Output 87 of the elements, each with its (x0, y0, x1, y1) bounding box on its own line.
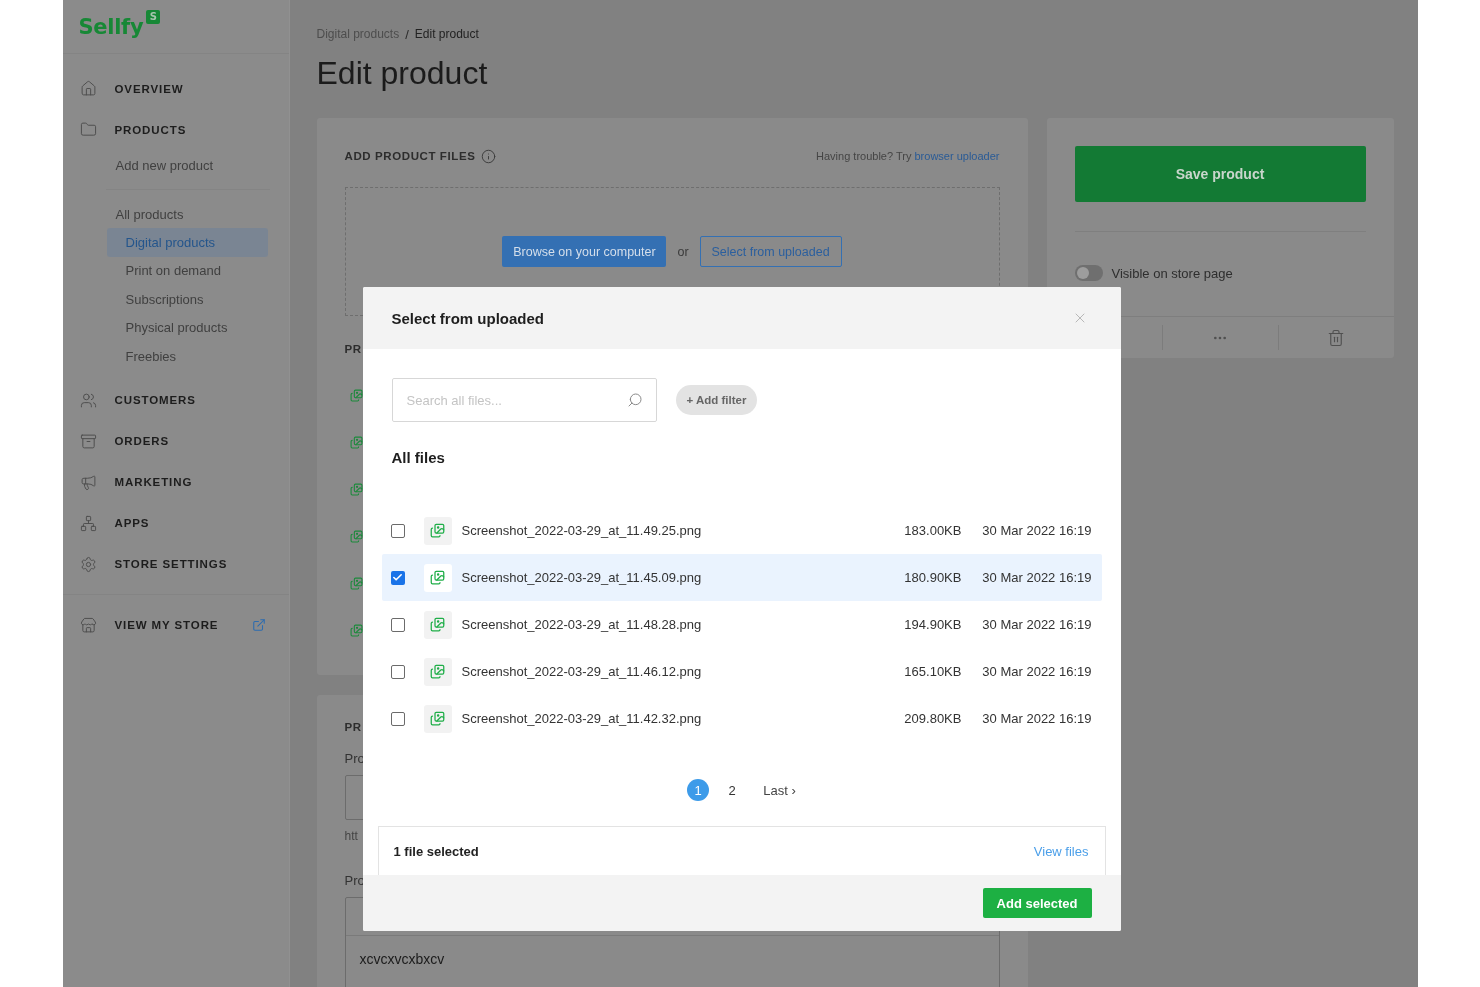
file-date: 30 Mar 2022 16:19 (982, 523, 1092, 538)
image-icon (423, 704, 452, 733)
file-name: Screenshot_2022-03-29_at_11.48.28.png (461, 617, 703, 632)
checkbox[interactable] (390, 523, 405, 538)
section-heading: ADD PRODUCT FILES (344, 149, 476, 164)
add-selected-button[interactable]: Add selected (982, 888, 1092, 918)
nav-subitem[interactable]: Physical products (106, 313, 268, 342)
checkbox[interactable] (390, 617, 405, 632)
image-icon (423, 657, 452, 686)
file-name: Screenshot_2022-03-29_at_11.49.25.png (461, 523, 703, 538)
folder-icon (79, 121, 97, 138)
file-date: 30 Mar 2022 16:19 (982, 711, 1092, 726)
breadcrumb-separator: / (405, 26, 409, 42)
image-icon (349, 389, 363, 402)
nav-item[interactable]: PRODUCTS (62, 109, 289, 150)
file-size: 209.80KB (904, 711, 963, 726)
users-icon (79, 391, 97, 409)
nav-item[interactable]: OVERVIEW (62, 68, 289, 109)
checkbox[interactable] (390, 664, 405, 679)
file-size: 194.90KB (904, 617, 963, 632)
nav-subitem[interactable]: Subscriptions (106, 285, 268, 314)
image-icon (349, 530, 363, 543)
nav-subitem[interactable]: Freebies (106, 342, 268, 371)
image-icon (349, 577, 363, 590)
image-icon (349, 483, 363, 496)
file-row[interactable]: Screenshot_2022-03-29_at_11.48.28.png 194.90KB 30 Mar 2022 16:19 (381, 601, 1102, 648)
file-size: 183.00KB (904, 523, 963, 538)
page-button[interactable]: 1 (687, 779, 710, 801)
toggle-label: Visible on store page (1111, 265, 1233, 281)
nav-subitem[interactable]: Print on demand (106, 256, 268, 285)
file-name: Screenshot_2022-03-29_at_11.45.09.png (461, 570, 703, 585)
image-icon (423, 563, 452, 592)
section-heading: PR (344, 720, 362, 735)
image-icon (349, 624, 363, 637)
trash-icon[interactable] (1327, 328, 1346, 347)
box-icon (79, 432, 97, 450)
external-link-icon (251, 618, 266, 632)
store-icon (79, 616, 97, 634)
help-text: Having trouble? Try browser uploader (816, 150, 1000, 162)
last-page-link[interactable]: Last › (763, 782, 796, 798)
image-icon (423, 516, 452, 545)
save-button[interactable]: Save product (1074, 146, 1366, 202)
file-row[interactable]: Screenshot_2022-03-29_at_11.45.09.png 180.90KB 30 Mar 2022 16:19 (381, 554, 1102, 601)
nav-subitem[interactable]: All products (115, 200, 270, 228)
search-field[interactable]: Search all files... (391, 378, 657, 422)
file-date: 30 Mar 2022 16:19 (982, 664, 1092, 679)
check-icon (392, 572, 403, 583)
hierarchy-icon (79, 514, 97, 532)
page-button[interactable]: 2 (721, 779, 744, 801)
home-icon (79, 80, 97, 97)
nav-subitem[interactable]: Add new product (115, 151, 270, 179)
file-name: Screenshot_2022-03-29_at_11.46.12.png (461, 664, 703, 679)
file-row[interactable]: Screenshot_2022-03-29_at_11.46.12.png 165.10KB 30 Mar 2022 16:19 (381, 648, 1102, 695)
file-date: 30 Mar 2022 16:19 (982, 570, 1092, 585)
file-row[interactable]: Screenshot_2022-03-29_at_11.42.32.png 209.80KB 30 Mar 2022 16:19 (381, 695, 1102, 742)
page-title: Edit product (316, 54, 488, 92)
selection-count: 1 file selected (393, 843, 479, 859)
view-files-link[interactable]: View files (1033, 843, 1089, 859)
file-date: 30 Mar 2022 16:19 (982, 617, 1092, 632)
nav-item[interactable]: CUSTOMERS (62, 379, 289, 421)
info-icon[interactable] (481, 148, 497, 164)
add-filter-button[interactable]: + Add filter (675, 385, 758, 415)
section-heading: PR (344, 342, 362, 357)
visibility-toggle[interactable] (1074, 265, 1103, 281)
nav-item[interactable]: MARKETING (62, 461, 289, 503)
image-icon (423, 610, 452, 639)
megaphone-icon (79, 473, 97, 491)
logo-badge: S (146, 9, 161, 24)
field-note: htt (344, 829, 358, 843)
browse-button[interactable]: Browse on your computer (502, 236, 667, 267)
section-label: All files (391, 449, 445, 467)
search-icon[interactable] (626, 392, 643, 408)
nav-item[interactable]: ORDERS (62, 420, 289, 462)
file-name: Screenshot_2022-03-29_at_11.42.32.png (461, 711, 703, 726)
nav-item[interactable]: APPS (62, 502, 289, 544)
nav-item[interactable]: STORE SETTINGS (62, 543, 289, 585)
breadcrumb-current: Edit product (414, 27, 479, 41)
store-link[interactable]: VIEW MY STORE (62, 604, 289, 646)
checkbox[interactable] (390, 570, 405, 585)
file-row[interactable]: Screenshot_2022-03-29_at_11.49.25.png 183.00KB 30 Mar 2022 16:19 (381, 507, 1102, 554)
settings-icon (79, 555, 97, 573)
or-text: or (677, 244, 689, 259)
logo-wordmark: Sellfy (78, 13, 144, 40)
checkbox[interactable] (390, 711, 405, 726)
image-icon (349, 436, 363, 449)
file-size: 180.90KB (904, 570, 963, 585)
file-size: 165.10KB (904, 664, 963, 679)
